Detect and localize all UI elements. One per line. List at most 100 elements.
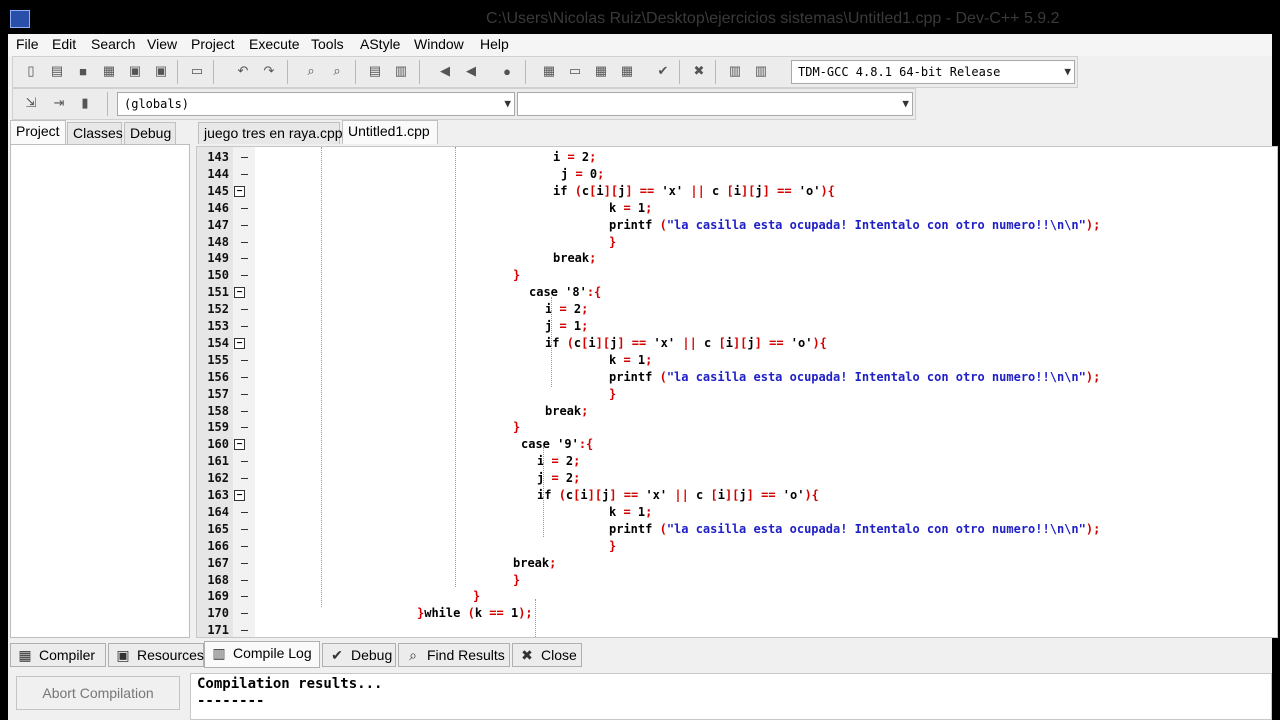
menu-window[interactable]: Window: [414, 36, 464, 52]
tab-compile-log[interactable]: ▥ Compile Log: [204, 641, 320, 668]
menu-file[interactable]: File: [16, 36, 39, 52]
profile-icon[interactable]: ▥: [725, 61, 745, 81]
code-line: }while (k == 1);: [417, 606, 533, 621]
menu-view[interactable]: View: [147, 36, 177, 52]
fold-line: [241, 410, 248, 412]
tab-debug-label: Debug: [351, 647, 393, 663]
tab-debug-bottom[interactable]: ✔ Debug: [322, 643, 396, 667]
fold-toggle-icon[interactable]: −: [234, 490, 245, 501]
menu-astyle[interactable]: AStyle: [360, 36, 400, 52]
code-line: case '9':{: [521, 437, 594, 452]
fold-line: [241, 207, 248, 209]
code-line: }: [609, 234, 617, 249]
indent-guide: [551, 297, 552, 387]
tab-resources[interactable]: ▣ Resources: [108, 643, 204, 667]
code-line: if (c[i][j] == 'x' || c [i][j] == 'o'){: [545, 335, 827, 350]
indent-icon[interactable]: ▤: [365, 61, 385, 81]
resources-icon: ▣: [116, 646, 130, 663]
fold-line: [241, 359, 248, 361]
fold-line: [241, 562, 248, 564]
goto-back-icon[interactable]: ◀: [435, 61, 455, 81]
open-file-icon[interactable]: ▤: [47, 61, 67, 81]
scope-select[interactable]: (globals) ▼: [117, 92, 515, 116]
tab-file-untitled1[interactable]: Untitled1.cpp: [342, 120, 438, 144]
menu-project[interactable]: Project: [191, 36, 235, 52]
new-file-icon[interactable]: ▯: [21, 61, 41, 81]
line-number: 154: [207, 335, 229, 350]
devcpp-app-icon[interactable]: [10, 10, 30, 28]
line-number: 160: [207, 437, 229, 452]
line-number: 159: [207, 420, 229, 435]
toggle-bookmark-icon[interactable]: ●: [497, 61, 517, 81]
menu-execute[interactable]: Execute: [249, 36, 300, 52]
bookmark-icon[interactable]: ▮: [75, 93, 95, 113]
save-all-icon[interactable]: ▦: [99, 61, 119, 81]
line-number: 158: [207, 403, 229, 418]
close-file-icon[interactable]: ▣: [125, 61, 145, 81]
tab-classes[interactable]: Classes: [67, 122, 123, 144]
line-number: 171: [207, 623, 229, 638]
fold-toggle-icon[interactable]: −: [234, 337, 245, 349]
fold-toggle-icon[interactable]: −: [234, 439, 245, 451]
compile-log-output[interactable]: Compilation results... --------: [190, 673, 1272, 720]
compile-run-icon[interactable]: ▦: [591, 61, 611, 81]
menu-edit[interactable]: Edit: [52, 36, 76, 52]
line-number: 143: [207, 150, 229, 164]
project-tree[interactable]: [10, 144, 190, 638]
goto-forward-icon[interactable]: ◀: [461, 61, 481, 81]
line-number: 168: [207, 572, 229, 587]
print-icon[interactable]: ▭: [187, 61, 207, 81]
fold-line: [241, 630, 248, 632]
member-select[interactable]: ▼: [517, 92, 913, 116]
syntax-check-icon[interactable]: ✔: [653, 61, 673, 81]
tab-project[interactable]: Project: [10, 120, 66, 144]
fold-line: [241, 326, 248, 327]
code-line: k = 1;: [609, 504, 653, 519]
redo-icon[interactable]: ↷: [259, 61, 279, 81]
delete-profile-icon[interactable]: ▥: [751, 61, 771, 81]
rebuild-all-icon[interactable]: ▦: [617, 61, 637, 81]
fold-toggle-icon[interactable]: −: [234, 287, 245, 299]
abort-compilation-button[interactable]: Abort Compilation: [16, 676, 180, 710]
tab-find-results[interactable]: ⌕ Find Results: [398, 643, 510, 667]
code-editor[interactable]: 143 i = 2; 144 j = 0; 145− if (c[i][j] == 'x'…: [196, 146, 1278, 638]
tab-file-juego-tres-en-raya[interactable]: juego tres en raya.cpp: [198, 122, 343, 144]
goto-icon[interactable]: ⇥: [49, 93, 69, 113]
line-number: 163: [207, 488, 229, 502]
tab-compiler[interactable]: ▦ Compiler: [10, 643, 106, 667]
replace-icon[interactable]: ⌕: [327, 61, 347, 81]
tab-close[interactable]: ✖ Close: [512, 643, 582, 667]
menu-help[interactable]: Help: [480, 36, 509, 52]
line-number: 167: [207, 555, 229, 570]
run-icon[interactable]: ▭: [565, 61, 585, 81]
code-line: }: [609, 386, 617, 401]
indent-guide: [535, 599, 536, 637]
compiler-select[interactable]: TDM-GCC 4.8.1 64-bit Release ▼: [791, 60, 1075, 84]
stop-execution-icon[interactable]: ✖: [689, 61, 709, 81]
menu-search[interactable]: Search: [91, 36, 135, 52]
insert-icon[interactable]: ⇲: [21, 93, 41, 113]
title-bar: C:\Users\Nicolas Ruiz\Desktop\ejercicios…: [0, 0, 1280, 34]
compile-icon[interactable]: ▦: [539, 61, 559, 81]
find-icon[interactable]: ⌕: [301, 61, 321, 81]
unindent-icon[interactable]: ▥: [391, 61, 411, 81]
fold-line: [241, 528, 248, 530]
line-number: 145: [207, 183, 229, 198]
undo-icon[interactable]: ↶: [233, 61, 253, 81]
menu-tools[interactable]: Tools: [311, 36, 344, 52]
find-results-icon: ⌕: [409, 646, 417, 663]
check-icon: ✔: [331, 646, 343, 663]
indent-guide: [543, 447, 544, 537]
save-icon[interactable]: ■: [73, 61, 93, 81]
chevron-down-icon: ▼: [1064, 65, 1071, 78]
fold-toggle-icon[interactable]: −: [234, 185, 245, 197]
code-line: if (c[i][j] == 'x' || c [i][j] == 'o'){: [553, 183, 835, 198]
close-all-icon[interactable]: ▣: [151, 61, 171, 81]
line-number: 162: [207, 471, 229, 486]
tab-close-label: Close: [541, 647, 577, 663]
code-line: i = 2;: [553, 150, 597, 164]
code-line: k = 1;: [609, 200, 653, 215]
tab-debug[interactable]: Debug: [124, 122, 176, 144]
fold-line: [241, 275, 248, 277]
code-line: j = 0;: [561, 166, 605, 181]
